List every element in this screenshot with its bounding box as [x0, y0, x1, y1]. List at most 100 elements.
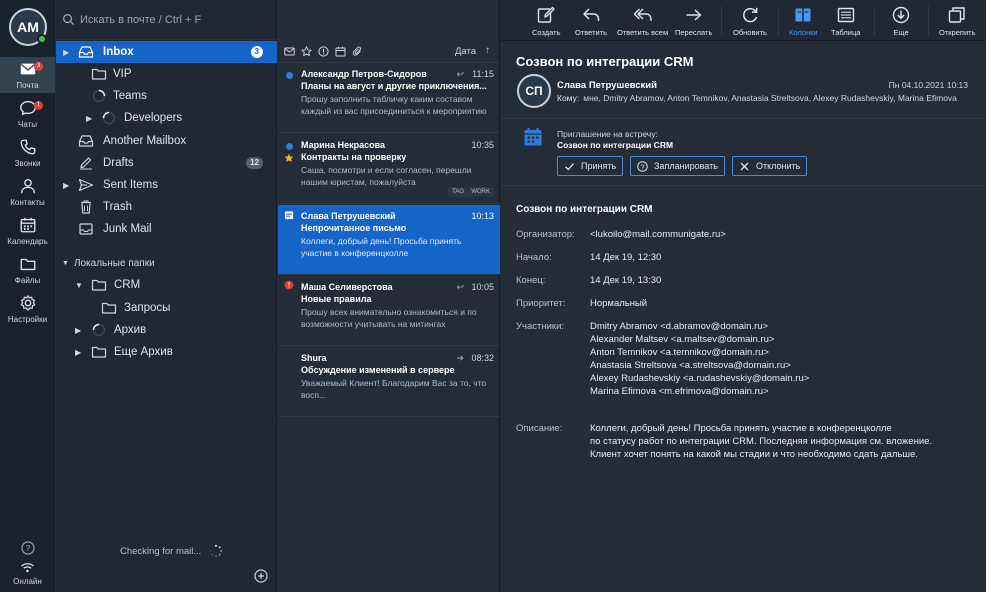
rail-calendar[interactable]: Календарь — [0, 213, 55, 249]
folder-archive-label: Архив — [114, 324, 147, 336]
search-bar[interactable]: Искать в почте / Ctrl + F — [56, 0, 277, 40]
junk-icon — [79, 223, 93, 235]
rail-contacts[interactable]: Контакты — [0, 174, 55, 210]
create-button[interactable]: Создать — [532, 5, 561, 39]
envelope-filter-icon[interactable] — [284, 46, 295, 57]
folder-crm[interactable]: ▼ CRM — [56, 274, 277, 296]
organizer-value[interactable]: <lukoilo@mail.communigate.ru> — [590, 229, 726, 240]
reply-all-label: Ответить всем — [617, 28, 669, 37]
participant[interactable]: Alexander Maltsev <a.maltsev@domain.ru> — [590, 333, 809, 346]
reply-button[interactable]: Ответить — [575, 5, 607, 39]
folder-trash[interactable]: Trash — [56, 196, 277, 218]
search-input[interactable]: Искать в почте / Ctrl + F — [80, 14, 201, 26]
folder-inbox-label: Inbox — [103, 46, 134, 58]
expand-caret-icon[interactable]: ▶ — [75, 348, 81, 357]
accept-button[interactable]: Принять — [557, 156, 624, 176]
refresh-button[interactable]: Обновить — [733, 5, 767, 39]
description-text: Коллеги, добрый день! Просьба принять уч… — [590, 422, 932, 461]
reply-arrow-icon: ↩ — [456, 69, 464, 79]
table-view-button[interactable]: Таблица — [831, 5, 860, 39]
online-status-dot — [37, 34, 47, 44]
participant[interactable]: Alexey Rudashevskiy <a.rudashevskiy@doma… — [590, 372, 809, 385]
folder-teams[interactable]: Teams — [56, 85, 277, 107]
check-icon — [565, 162, 574, 170]
rail-chats[interactable]: Чаты 1 — [0, 96, 55, 132]
folder-developers-label: Developers — [124, 112, 183, 124]
collapse-caret-icon[interactable]: ▼ — [75, 281, 83, 290]
help-icon[interactable]: ? — [21, 541, 35, 555]
reply-icon — [583, 8, 600, 21]
contact-icon — [20, 179, 35, 194]
mail-app-window: AM Почта 3 Чаты 1 Звонки Контакты Календ… — [0, 0, 986, 592]
message-item-selected[interactable]: Слава Петрушевский 10:13 Непрочитанное п… — [278, 205, 500, 275]
message-item[interactable]: Александр Петров-Сидоров ↩ 11:15 Планы н… — [278, 63, 500, 133]
rail-settings[interactable]: Настройки — [0, 291, 55, 327]
sender-name[interactable]: Слава Петрушевский — [557, 80, 657, 91]
forward-button[interactable]: Переслать — [675, 5, 712, 39]
calendar-filter-icon[interactable] — [335, 46, 346, 57]
end-label: Конец: — [516, 275, 546, 286]
participant[interactable]: Marina Efimova <m.efrimova@domain.ru> — [590, 385, 809, 398]
message-preview: Саша, посмотри и если согласен, перешли … — [301, 165, 472, 187]
tentative-button[interactable]: ? Запланировать — [630, 156, 725, 176]
reply-arrow-icon: ↩ — [456, 282, 464, 292]
message-item[interactable]: Марина Некрасова 10:35 Контракты на пров… — [278, 134, 500, 204]
phone-icon — [20, 139, 35, 155]
folder-vip[interactable]: VIP — [56, 63, 277, 85]
folder-sent-items-label: Sent Items — [103, 179, 158, 191]
download-circle-icon — [892, 6, 910, 24]
message-time: 11:15 — [472, 69, 494, 79]
main-toolbar: Создать Ответить Ответить всем Переслать… — [501, 0, 986, 41]
rail-mail[interactable]: Почта 3 — [0, 57, 55, 93]
sort-arrow-up-icon[interactable]: ↑ — [485, 45, 490, 56]
message-item[interactable]: Shura ➔ 08:32 Обсуждение изменений в сер… — [278, 347, 500, 417]
important-filter-icon[interactable] — [318, 46, 329, 57]
more-button[interactable]: Еще — [891, 5, 911, 39]
collapse-caret-icon[interactable]: ▼ — [62, 260, 69, 267]
message-item[interactable]: Маша Селиверстова ↩ 10:05 Новые правила … — [278, 276, 500, 346]
inbox-icon — [78, 46, 94, 58]
recipients-line: Кому: мне, Dmitry Abramov, Anton Temnikov… — [557, 93, 957, 103]
attachment-filter-icon[interactable] — [352, 46, 363, 57]
expand-caret-icon[interactable]: ▶ — [86, 114, 92, 123]
folder-inbox[interactable]: ▶ Inbox 3 — [56, 41, 277, 63]
participant[interactable]: Anton Temnikov <a.temnikov@domain.ru> — [590, 346, 809, 359]
folder-developers[interactable]: ▶ Developers — [56, 107, 277, 129]
local-folders-section[interactable]: ▼ Локальные папки — [62, 258, 155, 269]
message-preview: Прошу заполнить табличку каким составом … — [301, 94, 487, 116]
message-tag[interactable]: WORK — [467, 187, 494, 197]
folder-junk-mail[interactable]: Junk Mail — [56, 218, 277, 240]
folder-another-mailbox[interactable]: Another Mailbox — [56, 130, 277, 152]
message-sender: Слава Петрушевский — [301, 211, 396, 221]
user-avatar[interactable]: AM — [9, 8, 47, 46]
participant[interactable]: Dmitry Abramov <d.abramov@domain.ru> — [590, 320, 809, 333]
detach-button[interactable]: Открепить — [939, 5, 976, 39]
participant[interactable]: Anastasia Streltsova <a.streltsova@domai… — [590, 359, 809, 372]
message-tag[interactable]: TAG — [448, 187, 468, 197]
invite-label: Приглашение на встречу: — [557, 129, 658, 139]
refresh-label: Обновить — [733, 28, 767, 37]
expand-caret-icon[interactable]: ▶ — [63, 181, 69, 190]
reply-all-button[interactable]: Ответить всем — [617, 5, 668, 39]
add-folder-icon[interactable] — [254, 569, 268, 583]
folder-drafts[interactable]: Drafts 12 — [56, 152, 277, 174]
decline-button[interactable]: Отклонить — [732, 156, 808, 176]
columns-view-button[interactable]: Колонки — [789, 5, 818, 39]
folder-teams-label: Teams — [113, 90, 147, 102]
sort-by-date-label[interactable]: Дата — [455, 46, 476, 57]
folder-requests[interactable]: Запросы — [56, 297, 277, 319]
priority-label: Приоритет: — [516, 298, 566, 309]
sender-avatar[interactable]: СП — [517, 74, 551, 108]
expand-caret-icon[interactable]: ▶ — [63, 48, 69, 57]
rail-calls[interactable]: Звонки — [0, 135, 55, 171]
rail-chats-label: Чаты — [17, 120, 38, 129]
folder-more-archive[interactable]: ▶ Еще Архив — [56, 341, 277, 363]
expand-caret-icon[interactable]: ▶ — [75, 326, 81, 335]
star-filter-icon[interactable] — [301, 46, 312, 57]
message-subject: Планы на август и другие приключения... — [301, 81, 487, 91]
description-line: по статусу работ по интеграции CRM. Посл… — [590, 436, 933, 447]
rail-online-status[interactable]: Онлайн — [0, 558, 55, 588]
folder-sent-items[interactable]: ▶ Sent Items — [56, 174, 277, 196]
folder-archive[interactable]: ▶ Архив — [56, 319, 277, 341]
rail-files[interactable]: Файлы — [0, 252, 55, 288]
